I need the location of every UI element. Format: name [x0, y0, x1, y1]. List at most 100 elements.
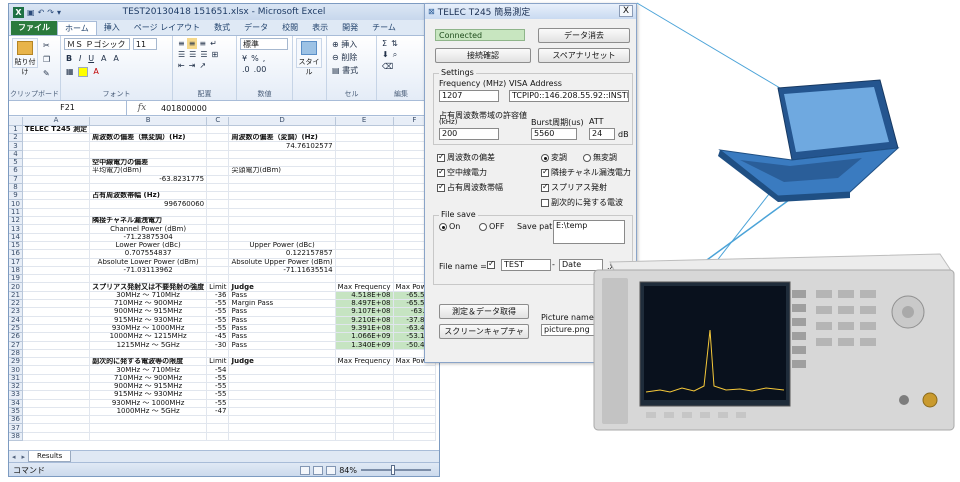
cell[interactable] [22, 175, 91, 184]
row-header[interactable]: 5 [9, 158, 23, 168]
page-break-view-icon[interactable] [326, 465, 337, 475]
format-painter-icon[interactable]: ✎ [41, 68, 52, 79]
sheet-nav-first-icon[interactable]: ◂ [9, 453, 19, 461]
column-header[interactable]: D [228, 117, 336, 126]
close-button[interactable]: X [619, 5, 633, 17]
cell[interactable]: Lower Power (dBc) [89, 241, 208, 251]
cell[interactable]: 周波数の偏差（無変調）(Hz) [89, 133, 208, 143]
cell[interactable] [206, 199, 230, 209]
cell[interactable] [228, 191, 336, 201]
cell[interactable] [393, 365, 437, 375]
cell[interactable]: 平均電力(dBm) [89, 166, 208, 176]
cell[interactable] [206, 432, 230, 442]
cell[interactable] [228, 208, 336, 218]
cell[interactable] [335, 382, 394, 392]
screen-capture-button[interactable]: スクリーンキャプチャ [439, 324, 529, 339]
check-file-name-prefix[interactable] [487, 259, 495, 269]
font-color-icon[interactable]: A [91, 66, 100, 77]
cell[interactable] [335, 125, 394, 135]
cell[interactable]: 8.497E+08 [335, 299, 394, 309]
sheet-nav-last-icon[interactable]: ▸ [19, 453, 29, 461]
radio-file-save-off[interactable]: OFF [479, 222, 505, 231]
cell[interactable]: 占有周波数帯幅 (Hz) [89, 191, 208, 201]
sort-filter-icon[interactable]: ⇅ [389, 38, 400, 49]
cell[interactable] [22, 374, 91, 384]
zoom-level[interactable]: 84% [339, 466, 357, 475]
cell[interactable] [22, 158, 91, 168]
cell[interactable] [22, 341, 91, 350]
cell[interactable] [22, 407, 91, 417]
cell[interactable] [206, 183, 230, 193]
cell[interactable]: 1.066E+09 [335, 332, 394, 342]
format-cells-button[interactable]: ▤ 書式 [330, 64, 360, 77]
cell[interactable] [228, 274, 336, 284]
cell[interactable] [228, 216, 336, 226]
cell[interactable]: 1215MHz 〜 5GHz [89, 341, 208, 350]
cell[interactable]: 9.391E+08 [335, 324, 394, 334]
cell[interactable] [22, 357, 91, 367]
tab-developer[interactable]: 開発 [335, 21, 365, 35]
cell[interactable] [22, 349, 91, 359]
cell[interactable] [89, 349, 208, 359]
worksheet[interactable]: ABCDEFG 1TELEC T245 測定2 周波数の偏差（無変調）(Hz) 周波… [9, 117, 439, 450]
cell[interactable]: 1.340E+09 [335, 341, 394, 350]
cell[interactable] [206, 233, 230, 242]
cell[interactable] [206, 249, 230, 259]
check-spurious-emission[interactable]: スプリアス発射 [541, 182, 607, 193]
row-header[interactable]: 11 [9, 208, 23, 218]
indent-increase-icon[interactable]: ⇥ [187, 60, 198, 71]
page-layout-view-icon[interactable] [313, 465, 324, 475]
name-box[interactable]: F21 [9, 101, 127, 115]
row-header[interactable]: 3 [9, 141, 23, 151]
cell[interactable]: -55 [206, 382, 230, 392]
cell[interactable] [22, 166, 91, 176]
cell[interactable]: 4.518E+08 [335, 291, 394, 301]
column-header[interactable]: B [89, 117, 208, 126]
cell[interactable] [228, 407, 336, 417]
cell[interactable] [393, 382, 437, 392]
cell[interactable] [22, 307, 91, 317]
cell[interactable]: -54 [206, 365, 230, 375]
cell[interactable]: 900MHz 〜 915MHz [89, 307, 208, 317]
radio-unmodulated[interactable]: 無変調 [583, 152, 617, 163]
cell[interactable]: 9.210E+08 [335, 316, 394, 325]
cell[interactable] [22, 141, 91, 151]
cell[interactable] [335, 191, 394, 201]
decimal-decrease-icon[interactable]: .00 [252, 64, 269, 75]
cell[interactable] [206, 208, 230, 218]
cell[interactable]: Pass [228, 316, 336, 325]
cell[interactable]: -55 [206, 374, 230, 384]
cell[interactable] [89, 432, 208, 442]
row-header[interactable]: 37 [9, 423, 23, 433]
cell[interactable] [206, 216, 230, 226]
cell[interactable]: -71.03113962 [89, 266, 208, 276]
cell[interactable]: -55 [206, 307, 230, 317]
row-header[interactable]: 1 [9, 125, 23, 135]
percent-icon[interactable]: % [249, 53, 261, 64]
cell[interactable] [335, 175, 394, 184]
cell[interactable] [22, 133, 91, 143]
cell[interactable] [335, 349, 394, 359]
cell[interactable]: Limit [206, 282, 230, 292]
cell[interactable] [206, 258, 230, 267]
cell[interactable]: 0.707554837 [89, 249, 208, 259]
row-header[interactable]: 36 [9, 415, 23, 425]
cell[interactable] [22, 423, 91, 433]
row-header[interactable]: 18 [9, 266, 23, 276]
cell[interactable] [206, 415, 230, 425]
row-header[interactable]: 35 [9, 407, 23, 417]
cell[interactable] [228, 390, 336, 400]
row-header[interactable]: 16 [9, 249, 23, 259]
insert-cells-button[interactable]: ⊕ 挿入 [330, 38, 359, 51]
row-header[interactable]: 2 [9, 133, 23, 143]
cell[interactable]: 710MHz 〜 900MHz [89, 374, 208, 384]
cell[interactable] [206, 423, 230, 433]
cell[interactable]: Pass [228, 324, 336, 334]
row-header[interactable]: 34 [9, 399, 23, 408]
frequency-input[interactable]: 1207 [439, 90, 499, 102]
cell[interactable]: -63.8231775 [89, 175, 208, 184]
cell[interactable] [335, 249, 394, 259]
cell[interactable] [228, 224, 336, 234]
cell[interactable] [22, 316, 91, 325]
cell[interactable] [335, 233, 394, 242]
